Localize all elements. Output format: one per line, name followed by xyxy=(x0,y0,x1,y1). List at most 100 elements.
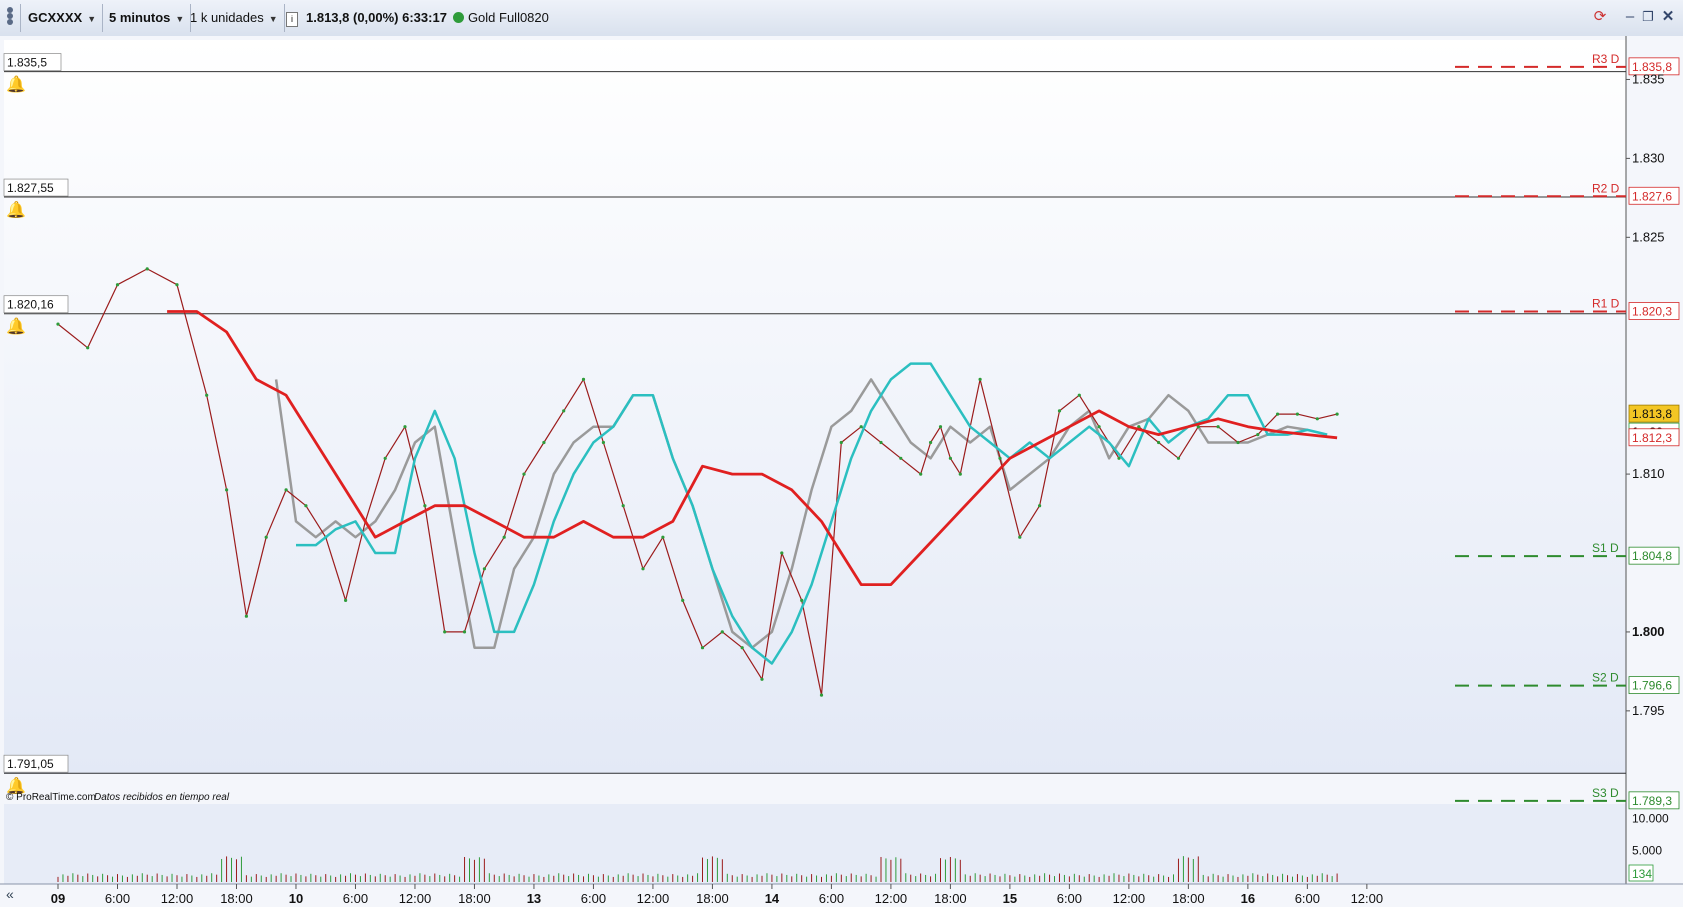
volume-tick-label: 10.000 xyxy=(1632,812,1669,826)
units-label: 1 k unidades xyxy=(190,10,264,25)
price-point xyxy=(244,614,248,618)
x-tick-label: 12:00 xyxy=(1113,891,1146,906)
chevron-down-icon: ▼ xyxy=(268,14,278,24)
feed-label: Gold Full0820 xyxy=(467,10,549,25)
x-tick-label: 12:00 xyxy=(637,891,670,906)
x-tick-label: 18:00 xyxy=(220,891,253,906)
ref-price-label: 1.812,3 xyxy=(1632,431,1672,445)
pivot-name: S2 D xyxy=(1592,671,1619,685)
price-point xyxy=(502,535,506,539)
price-point xyxy=(1256,433,1260,437)
price-point xyxy=(681,598,685,603)
scroll-left-button[interactable]: « xyxy=(6,886,14,902)
price-point xyxy=(1276,412,1280,416)
bell-icon: 🔔 xyxy=(6,201,26,219)
price-point xyxy=(443,630,447,634)
timeframe-label: 5 minutos xyxy=(109,10,171,25)
price-point xyxy=(423,504,427,508)
x-tick-label: 18:00 xyxy=(458,891,491,906)
restore-icon[interactable]: ❐ xyxy=(1638,6,1658,28)
price-point xyxy=(938,425,943,429)
price-boxes: 1.813,81m36s1.812,3 xyxy=(1628,404,1680,447)
price-point xyxy=(86,346,90,350)
pivot-name: R1 D xyxy=(1592,297,1620,311)
y-tick-label: 1.810 xyxy=(1632,466,1665,481)
x-tick-label: 12:00 xyxy=(875,891,908,906)
price-point xyxy=(1176,456,1181,460)
price-point xyxy=(581,377,586,381)
price-point xyxy=(145,267,149,271)
price-point xyxy=(740,646,744,650)
price-point xyxy=(948,456,953,460)
price-point xyxy=(601,440,606,445)
price-point xyxy=(284,488,288,492)
price-point xyxy=(919,472,923,476)
quote-area: i 1.813,8 (0,00%) 6:33:17 Gold Full0820 xyxy=(280,4,555,32)
price-chart[interactable]: 1.835,5🔔1.827,55🔔1.820,16🔔1.791,05🔔 R3 D… xyxy=(0,36,1683,907)
price-point xyxy=(1315,417,1319,421)
price-point xyxy=(522,472,526,476)
price-point xyxy=(760,677,764,681)
quote-text: 1.813,8 (0,00%) 6:33:17 xyxy=(306,10,447,25)
bell-icon: 🔔 xyxy=(6,76,26,94)
x-tick-label: 18:00 xyxy=(934,891,967,906)
x-tick-label: 10 xyxy=(289,891,303,906)
x-tick-label: 15 xyxy=(1003,891,1017,906)
price-point xyxy=(56,322,60,326)
x-tick-label: 6:00 xyxy=(105,891,130,906)
price-point xyxy=(700,646,705,650)
pivot-value: 1.789,3 xyxy=(1632,794,1672,808)
refresh-icon[interactable]: ⟳ xyxy=(1590,6,1610,28)
price-point xyxy=(562,409,566,413)
alert-label: 1.791,05 xyxy=(7,757,54,771)
price-point xyxy=(1038,504,1042,508)
instrument-label: GCXXXX xyxy=(28,10,83,25)
price-point xyxy=(859,425,863,429)
x-tick-label: 18:00 xyxy=(1172,891,1205,906)
price-point xyxy=(304,504,308,508)
price-point xyxy=(383,456,387,460)
y-tick-label: 1.795 xyxy=(1632,703,1665,718)
x-tick-label: 16 xyxy=(1241,891,1255,906)
volume-tick-label: 5.000 xyxy=(1632,843,1662,857)
price-point xyxy=(899,456,903,460)
price-point xyxy=(661,535,665,539)
units-selector[interactable]: 1 k unidades ▼ xyxy=(184,4,285,32)
brand-text: © ProRealTime.com xyxy=(6,792,96,803)
y-tick-label: 1.825 xyxy=(1632,229,1665,244)
price-point xyxy=(819,693,824,697)
price-point xyxy=(621,504,625,508)
realtime-note: Datos recibidos en tiempo real xyxy=(94,792,230,803)
price-point xyxy=(720,630,724,634)
price-point xyxy=(542,440,546,445)
x-tick-label: 6:00 xyxy=(343,891,368,906)
timeframe-selector[interactable]: 5 minutos ▼ xyxy=(103,4,192,32)
pivot-value: 1.820,3 xyxy=(1632,305,1672,319)
menu-icon[interactable] xyxy=(2,4,21,32)
price-point xyxy=(839,440,843,445)
y-tick-label: 1.830 xyxy=(1632,150,1665,165)
x-tick-label: 6:00 xyxy=(1057,891,1082,906)
pivot-value: 1.827,6 xyxy=(1632,189,1672,203)
x-tick-label: 13 xyxy=(527,891,541,906)
minimize-icon[interactable]: – xyxy=(1620,6,1640,28)
price-point xyxy=(462,630,467,634)
price-point xyxy=(641,567,645,571)
price-point xyxy=(780,551,784,555)
price-point xyxy=(482,567,486,571)
volume-area xyxy=(4,804,1626,884)
price-point xyxy=(1295,412,1299,416)
price-point xyxy=(115,283,120,287)
price-point xyxy=(1018,535,1022,539)
price-point xyxy=(929,440,933,445)
price-point xyxy=(800,598,804,603)
y-tick-label: 1.835 xyxy=(1632,71,1665,86)
info-icon[interactable]: i xyxy=(286,12,298,27)
last-price-label: 1.813,8 xyxy=(1632,407,1672,421)
price-point xyxy=(1335,412,1339,416)
price-point xyxy=(998,456,1002,460)
instrument-selector[interactable]: GCXXXX ▼ xyxy=(22,4,104,32)
bell-icon: 🔔 xyxy=(6,318,26,336)
close-icon[interactable]: ✕ xyxy=(1658,6,1678,28)
price-point xyxy=(1057,409,1062,413)
